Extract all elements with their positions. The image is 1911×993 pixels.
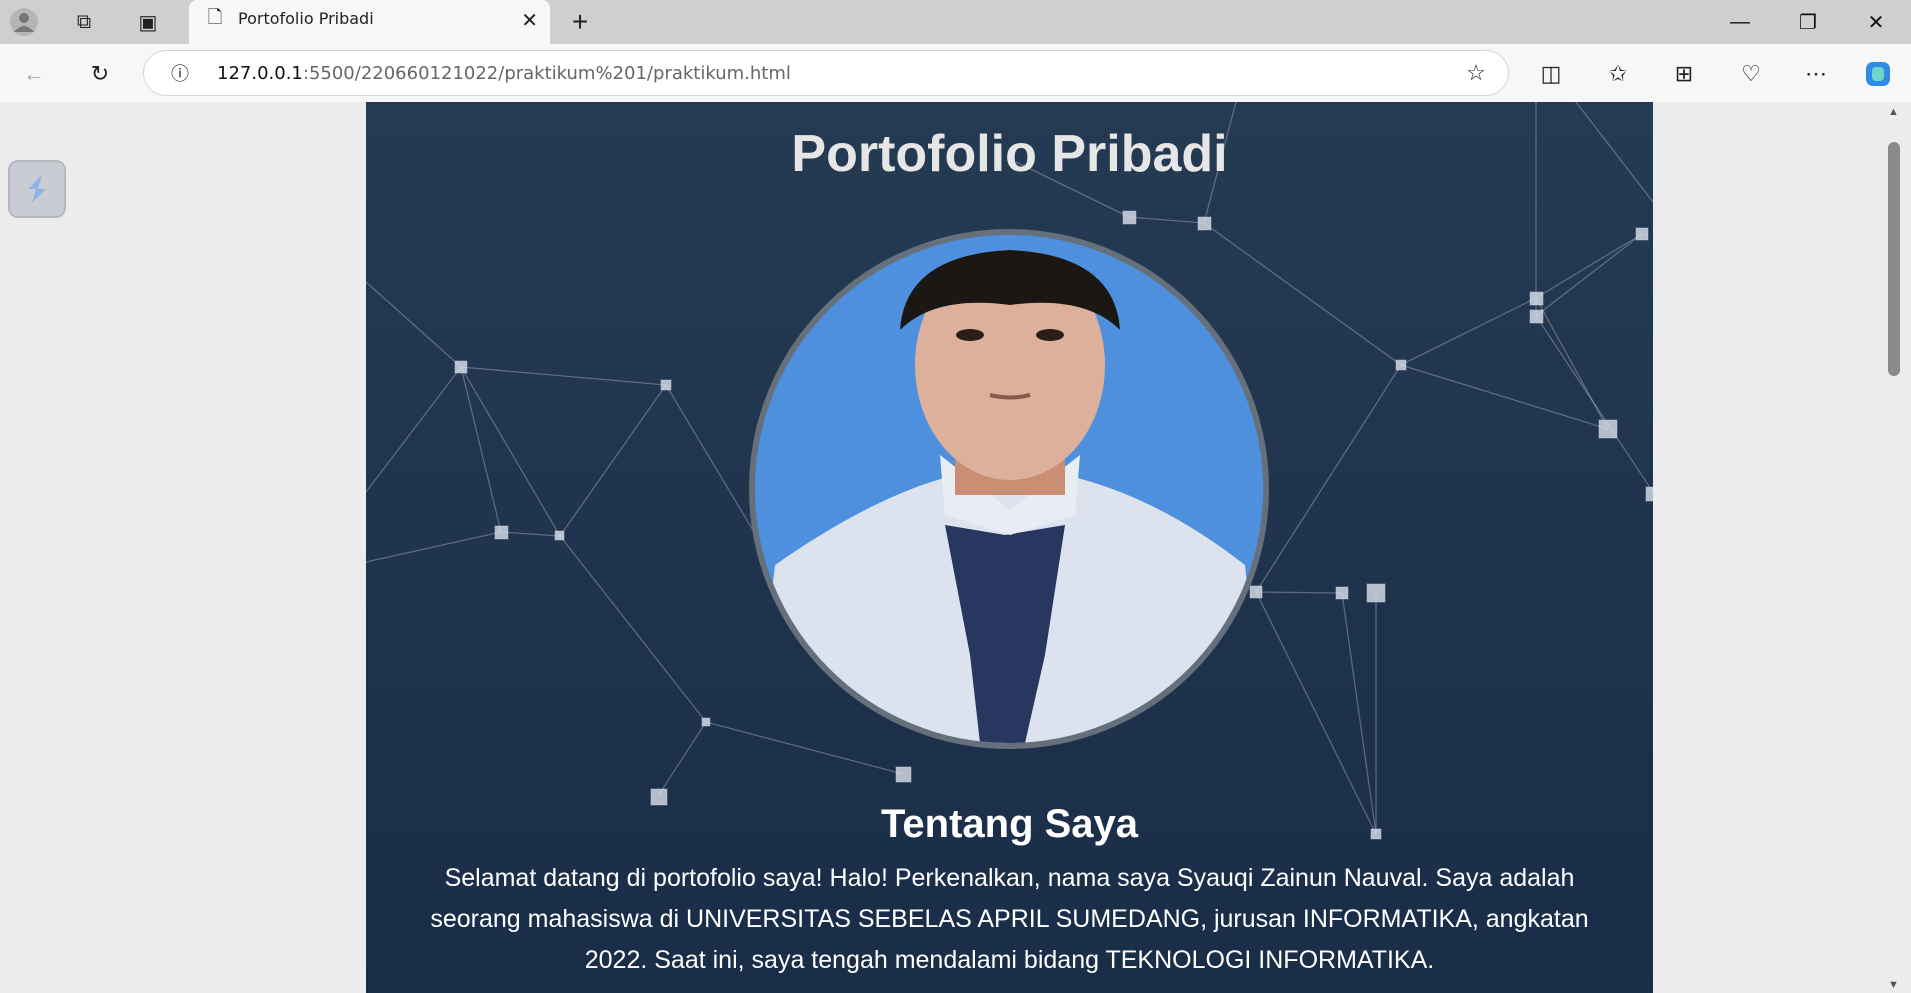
close-tab-icon[interactable]: ✕ [521, 8, 538, 33]
scroll-up-icon[interactable]: ▲ [1888, 106, 1899, 118]
split-screen-icon[interactable]: ◫ [1535, 58, 1567, 90]
back-icon[interactable]: ← [18, 58, 50, 90]
tab-portofolio[interactable]: 🗋 Portofolio Pribadi ✕ [189, 0, 550, 44]
scrollbar[interactable]: ▲ ▼ [1878, 102, 1911, 993]
address-bar[interactable]: ⓘ 127.0.0.1:5500/220660121022/praktikum%… [143, 50, 1509, 96]
about-text: Selamat datang di portofolio saya! Halo!… [430, 864, 1589, 974]
copilot-icon[interactable] [1862, 58, 1894, 90]
toolbar: ← ↻ ⓘ 127.0.0.1:5500/220660121022/prakti… [0, 44, 1911, 102]
profile-icon[interactable] [8, 6, 40, 38]
new-tab-icon[interactable]: + [564, 6, 596, 38]
scroll-down-icon[interactable]: ▼ [1888, 979, 1899, 991]
extension-button[interactable] [8, 160, 66, 218]
close-window-icon[interactable]: ✕ [1856, 4, 1896, 40]
portfolio-section: Portofolio Pribadi Tentang Saya Selamat … [366, 102, 1653, 993]
page-icon: 🗋 [207, 7, 223, 27]
extension-icon [28, 175, 46, 203]
favorites-icon[interactable]: ✩ [1602, 58, 1634, 90]
profile-photo [749, 229, 1269, 749]
about-heading: Tentang Saya [880, 802, 1139, 846]
tab-bar: ⧉ ▣ 🗋 Portofolio Pribadi ✕ + — ❐ ✕ [0, 0, 1911, 44]
more-icon[interactable]: ⋯ [1800, 58, 1832, 90]
scrollbar-thumb[interactable] [1888, 142, 1900, 376]
vertical-tabs-icon[interactable]: ▣ [132, 6, 164, 38]
info-icon[interactable]: ⓘ [164, 57, 196, 89]
workspaces-icon[interactable]: ⧉ [68, 6, 100, 38]
tab-title: Portofolio Pribadi [238, 9, 374, 28]
page-title: Portofolio Pribadi [791, 125, 1228, 183]
minimize-icon[interactable]: — [1720, 4, 1760, 40]
restore-icon[interactable]: ❐ [1788, 4, 1828, 40]
collections-icon[interactable]: ⊞ [1668, 58, 1700, 90]
url-text: 127.0.0.1:5500/220660121022/praktikum%20… [217, 63, 791, 84]
refresh-icon[interactable]: ↻ [84, 58, 116, 90]
favorite-star-icon[interactable]: ☆ [1460, 57, 1492, 89]
browser-essentials-icon[interactable]: ♡ [1735, 58, 1767, 90]
